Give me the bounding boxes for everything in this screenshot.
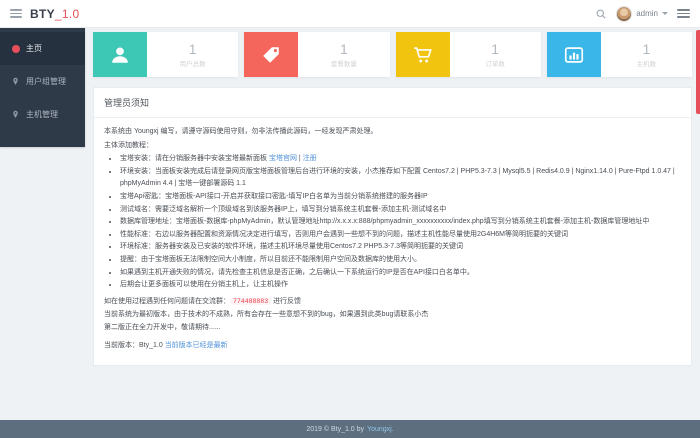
qq-group-number[interactable]: 774488883 (230, 298, 271, 305)
quick-sidebar-toggle-icon[interactable] (677, 9, 690, 18)
avatar (616, 6, 632, 22)
stat-body: 1 套餐数量 (298, 32, 389, 77)
main-content: 1 用户总数 1 套餐数量 1 订单数 1 主机数 管理员须知 本系统由 Youngxj 编写… (85, 28, 700, 366)
notice-bullet: 测试域名：需要泛域名解析一个顶级域名到该服务器IP上，填写到分销系统主机套餐-添… (119, 204, 681, 217)
inline-link[interactable]: 当前版本已经是最新 (165, 342, 228, 349)
stat-label: 主机数 (637, 58, 657, 68)
notice-bullet: 如果遇到主机开通失败的情况，请先检查主机信息是否正确，之后确认一下系统运行的IP… (119, 267, 681, 280)
notice-text: 当前版本：Bty_1.0 (104, 342, 165, 349)
admin-notice-panel: 管理员须知 本系统由 Youngxj 编写，请遵守源码使用守则，勿非法传播此源码… (93, 87, 692, 366)
sidebar-toggle-icon[interactable] (10, 9, 22, 18)
notice-text: 宝塔安装：请在分销服务器中安装宝塔最新面板 (120, 155, 269, 162)
notice-note-line: 当前系统为最初版本，由于技术的不成熟，所有会存在一些意想不到的bug，如果遇到此… (104, 311, 428, 318)
app-logo[interactable]: BTY_1.0 (30, 7, 79, 21)
stat-label: 套餐数量 (331, 58, 357, 68)
inline-link[interactable]: 注册 (303, 155, 317, 162)
notice-bullet: 环境安装：当面板安装完成后请登录网页版宝塔面板管理后台进行环境的安装，小杰推荐如… (119, 166, 681, 191)
notice-text: 环境标准：服务器安装及已安装的软件环境，描述主机环境尽量使用Centos7.2 … (120, 243, 463, 250)
footer: 2019 © Bty_1.0 by Youngxj. (0, 420, 700, 438)
sidebar-item-label: 主机管理 (26, 109, 58, 120)
stats-row: 1 用户总数 1 套餐数量 1 订单数 1 主机数 (93, 32, 692, 77)
cart-icon (396, 32, 450, 77)
side-feedback-tab[interactable] (696, 30, 700, 114)
stat-body: 1 用户总数 (147, 32, 238, 77)
stat-label: 用户总数 (180, 58, 206, 68)
stat-body: 1 订单数 (450, 32, 541, 77)
panel-body: 本系统由 Youngxj 编写，请遵守源码使用守则，勿非法传播此源码，一经发现严… (94, 118, 691, 365)
notice-bullet: 数据库管理地址：宝塔面板-数据库-phpMyAdmin，默认管理地址http:/… (119, 216, 681, 229)
sidebar-item-2[interactable]: 主机管理 (0, 98, 85, 131)
logo-suffix: _1.0 (55, 7, 80, 21)
stat-value: 1 (491, 42, 499, 56)
chevron-down-icon (662, 12, 668, 15)
notice-bullet: 提醒：由于宝塔面板无法限制空间大小制度，所以目前还不能限制用户空间及数据库的使用… (119, 254, 681, 267)
inline-link[interactable]: 宝塔官网 (269, 155, 297, 162)
stat-card-2[interactable]: 1 订单数 (396, 32, 541, 77)
sidebar-item-label: 用户组管理 (26, 76, 66, 87)
footer-author-link[interactable]: Youngxj. (367, 426, 394, 433)
top-navbar: BTY_1.0 admin (0, 0, 700, 28)
stat-label: 订单数 (485, 58, 505, 68)
notice-text: 数据库管理地址：宝塔面板-数据库-phpMyAdmin，默认管理地址http:/… (120, 218, 649, 225)
pin-icon (11, 110, 20, 119)
notice-subtitle: 主体添加教程： (104, 140, 681, 153)
user-name: admin (636, 9, 658, 18)
notice-text: 环境安装：当面板安装完成后请登录网页版宝塔面板管理后台进行环境的安装，小杰推荐如… (120, 168, 675, 188)
notice-intro: 本系统由 Youngxj 编写，请遵守源码使用守则，勿非法传播此源码，一经发现严… (104, 126, 681, 139)
logo-primary: BTY (30, 7, 55, 21)
notice-note-line: 第二版正在全力开发中，敬请期待...... (104, 324, 221, 331)
stat-card-1[interactable]: 1 套餐数量 (244, 32, 389, 77)
user-menu[interactable]: admin (616, 6, 668, 22)
notice-bullet: 环境标准：服务器安装及已安装的软件环境，描述主机环境尽量使用Centos7.2 … (119, 241, 681, 254)
stat-body: 1 主机数 (601, 32, 692, 77)
user-icon (93, 32, 147, 77)
notice-list: 宝塔安装：请在分销服务器中安装宝塔最新面板 宝塔官网 | 注册环境安装：当面板安… (104, 153, 681, 292)
sidebar-item-label: 主页 (26, 43, 42, 54)
pin-icon (11, 77, 20, 86)
sidebar-menu: 主页用户组管理主机管理 (0, 28, 85, 147)
notice-notes: 当前系统为最初版本，由于技术的不成熟，所有会存在一些意想不到的bug，如果遇到此… (104, 309, 681, 334)
stat-value: 1 (642, 42, 650, 56)
sidebar: 主页用户组管理主机管理 (0, 28, 85, 147)
stat-card-0[interactable]: 1 用户总数 (93, 32, 238, 77)
notice-bullet: 性能标准：右边以服务器配置和资源情况决定进行填写，否则用户会遇到一些想不到的问题… (119, 229, 681, 242)
tag-icon (244, 32, 298, 77)
notice-text: 进行反馈 (271, 298, 301, 305)
notice-text: 宝塔Api密匙：宝塔面板-API接口-开启并获取接口密匙-填写IP白名单为当前分… (120, 193, 428, 200)
sidebar-item-1[interactable]: 用户组管理 (0, 65, 85, 98)
notice-text: 如果遇到主机开通失败的情况，请先检查主机信息是否正确，之后确认一下系统运行的IP… (120, 269, 474, 276)
notice-text: 如在使用过程遇到任何问题请在交流群： (104, 298, 230, 305)
notice-text: 提醒：由于宝塔面板无法限制空间大小制度，所以目前还不能限制用户空间及数据库的使用… (120, 256, 421, 263)
notice-feedback: 如在使用过程遇到任何问题请在交流群：774488883 进行反馈 (104, 296, 681, 309)
sidebar-item-0[interactable]: 主页 (0, 32, 85, 65)
notice-text: 后期会让更多面板可以使用在分销主机上，让主机操作 (120, 281, 288, 288)
notice-bullet: 宝塔安装：请在分销服务器中安装宝塔最新面板 宝塔官网 | 注册 (119, 153, 681, 166)
chart-icon (547, 32, 601, 77)
stat-value: 1 (340, 42, 348, 56)
panel-title: 管理员须知 (94, 88, 691, 118)
home-icon (11, 44, 20, 53)
stat-value: 1 (189, 42, 197, 56)
notice-text: 测试域名：需要泛域名解析一个顶级域名到该服务器IP上，填写到分销系统主机套餐-添… (120, 206, 446, 213)
notice-bullet: 后期会让更多面板可以使用在分销主机上，让主机操作 (119, 279, 681, 292)
footer-copyright: 2019 © Bty_1.0 by (306, 426, 364, 433)
notice-bullet: 宝塔Api密匙：宝塔面板-API接口-开启并获取接口密匙-填写IP白名单为当前分… (119, 191, 681, 204)
search-icon[interactable] (595, 8, 607, 20)
notice-version: 当前版本：Bty_1.0 当前版本已经是最新 (104, 340, 681, 353)
notice-text: 性能标准：右边以服务器配置和资源情况决定进行填写，否则用户会遇到一些想不到的问题… (120, 231, 568, 238)
stat-card-3[interactable]: 1 主机数 (547, 32, 692, 77)
